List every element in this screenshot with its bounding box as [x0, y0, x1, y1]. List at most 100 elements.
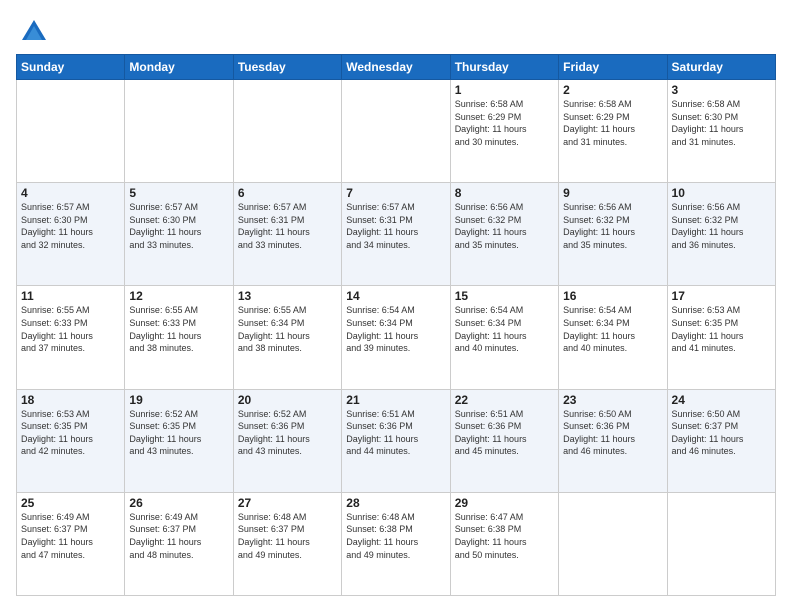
calendar-cell: 8Sunrise: 6:56 AM Sunset: 6:32 PM Daylig…	[450, 183, 558, 286]
day-number: 19	[129, 393, 228, 407]
calendar-cell: 18Sunrise: 6:53 AM Sunset: 6:35 PM Dayli…	[17, 389, 125, 492]
day-info: Sunrise: 6:55 AM Sunset: 6:33 PM Dayligh…	[21, 304, 120, 354]
calendar-cell: 14Sunrise: 6:54 AM Sunset: 6:34 PM Dayli…	[342, 286, 450, 389]
calendar-header-tuesday: Tuesday	[233, 55, 341, 80]
calendar-week-row: 4Sunrise: 6:57 AM Sunset: 6:30 PM Daylig…	[17, 183, 776, 286]
day-number: 17	[672, 289, 771, 303]
logo-icon	[20, 16, 48, 44]
calendar-cell: 3Sunrise: 6:58 AM Sunset: 6:30 PM Daylig…	[667, 80, 775, 183]
calendar-cell	[17, 80, 125, 183]
day-number: 15	[455, 289, 554, 303]
calendar-cell: 22Sunrise: 6:51 AM Sunset: 6:36 PM Dayli…	[450, 389, 558, 492]
day-number: 21	[346, 393, 445, 407]
day-info: Sunrise: 6:51 AM Sunset: 6:36 PM Dayligh…	[455, 408, 554, 458]
calendar-header-row: SundayMondayTuesdayWednesdayThursdayFrid…	[17, 55, 776, 80]
day-info: Sunrise: 6:54 AM Sunset: 6:34 PM Dayligh…	[346, 304, 445, 354]
calendar-cell: 13Sunrise: 6:55 AM Sunset: 6:34 PM Dayli…	[233, 286, 341, 389]
calendar-cell: 23Sunrise: 6:50 AM Sunset: 6:36 PM Dayli…	[559, 389, 667, 492]
day-info: Sunrise: 6:57 AM Sunset: 6:30 PM Dayligh…	[129, 201, 228, 251]
day-info: Sunrise: 6:58 AM Sunset: 6:29 PM Dayligh…	[563, 98, 662, 148]
day-info: Sunrise: 6:55 AM Sunset: 6:34 PM Dayligh…	[238, 304, 337, 354]
day-number: 9	[563, 186, 662, 200]
day-number: 5	[129, 186, 228, 200]
day-number: 4	[21, 186, 120, 200]
calendar-cell	[342, 80, 450, 183]
page: SundayMondayTuesdayWednesdayThursdayFrid…	[0, 0, 792, 612]
day-info: Sunrise: 6:48 AM Sunset: 6:37 PM Dayligh…	[238, 511, 337, 561]
day-number: 1	[455, 83, 554, 97]
day-info: Sunrise: 6:53 AM Sunset: 6:35 PM Dayligh…	[21, 408, 120, 458]
day-number: 27	[238, 496, 337, 510]
calendar-cell: 4Sunrise: 6:57 AM Sunset: 6:30 PM Daylig…	[17, 183, 125, 286]
calendar-cell: 21Sunrise: 6:51 AM Sunset: 6:36 PM Dayli…	[342, 389, 450, 492]
day-number: 24	[672, 393, 771, 407]
day-info: Sunrise: 6:57 AM Sunset: 6:30 PM Dayligh…	[21, 201, 120, 251]
day-number: 26	[129, 496, 228, 510]
calendar-cell	[125, 80, 233, 183]
calendar-cell: 27Sunrise: 6:48 AM Sunset: 6:37 PM Dayli…	[233, 492, 341, 595]
day-info: Sunrise: 6:49 AM Sunset: 6:37 PM Dayligh…	[21, 511, 120, 561]
calendar-cell: 10Sunrise: 6:56 AM Sunset: 6:32 PM Dayli…	[667, 183, 775, 286]
calendar-cell: 6Sunrise: 6:57 AM Sunset: 6:31 PM Daylig…	[233, 183, 341, 286]
calendar-cell: 28Sunrise: 6:48 AM Sunset: 6:38 PM Dayli…	[342, 492, 450, 595]
day-number: 25	[21, 496, 120, 510]
day-info: Sunrise: 6:58 AM Sunset: 6:30 PM Dayligh…	[672, 98, 771, 148]
day-info: Sunrise: 6:56 AM Sunset: 6:32 PM Dayligh…	[455, 201, 554, 251]
logo	[16, 16, 48, 44]
day-info: Sunrise: 6:57 AM Sunset: 6:31 PM Dayligh…	[346, 201, 445, 251]
calendar-cell: 17Sunrise: 6:53 AM Sunset: 6:35 PM Dayli…	[667, 286, 775, 389]
calendar-header-saturday: Saturday	[667, 55, 775, 80]
calendar-cell	[667, 492, 775, 595]
calendar-cell: 24Sunrise: 6:50 AM Sunset: 6:37 PM Dayli…	[667, 389, 775, 492]
day-number: 28	[346, 496, 445, 510]
calendar-cell	[559, 492, 667, 595]
day-info: Sunrise: 6:57 AM Sunset: 6:31 PM Dayligh…	[238, 201, 337, 251]
calendar-cell: 26Sunrise: 6:49 AM Sunset: 6:37 PM Dayli…	[125, 492, 233, 595]
calendar-table: SundayMondayTuesdayWednesdayThursdayFrid…	[16, 54, 776, 596]
day-number: 11	[21, 289, 120, 303]
day-number: 8	[455, 186, 554, 200]
day-info: Sunrise: 6:48 AM Sunset: 6:38 PM Dayligh…	[346, 511, 445, 561]
calendar-cell	[233, 80, 341, 183]
day-info: Sunrise: 6:53 AM Sunset: 6:35 PM Dayligh…	[672, 304, 771, 354]
day-info: Sunrise: 6:49 AM Sunset: 6:37 PM Dayligh…	[129, 511, 228, 561]
day-number: 10	[672, 186, 771, 200]
calendar-cell: 5Sunrise: 6:57 AM Sunset: 6:30 PM Daylig…	[125, 183, 233, 286]
day-info: Sunrise: 6:50 AM Sunset: 6:37 PM Dayligh…	[672, 408, 771, 458]
day-info: Sunrise: 6:58 AM Sunset: 6:29 PM Dayligh…	[455, 98, 554, 148]
day-number: 23	[563, 393, 662, 407]
day-info: Sunrise: 6:51 AM Sunset: 6:36 PM Dayligh…	[346, 408, 445, 458]
day-number: 16	[563, 289, 662, 303]
calendar-cell: 29Sunrise: 6:47 AM Sunset: 6:38 PM Dayli…	[450, 492, 558, 595]
day-info: Sunrise: 6:47 AM Sunset: 6:38 PM Dayligh…	[455, 511, 554, 561]
calendar-cell: 25Sunrise: 6:49 AM Sunset: 6:37 PM Dayli…	[17, 492, 125, 595]
day-number: 12	[129, 289, 228, 303]
calendar-cell: 11Sunrise: 6:55 AM Sunset: 6:33 PM Dayli…	[17, 286, 125, 389]
calendar-header-friday: Friday	[559, 55, 667, 80]
calendar-week-row: 18Sunrise: 6:53 AM Sunset: 6:35 PM Dayli…	[17, 389, 776, 492]
day-number: 3	[672, 83, 771, 97]
calendar-header-wednesday: Wednesday	[342, 55, 450, 80]
calendar-header-thursday: Thursday	[450, 55, 558, 80]
calendar-cell: 16Sunrise: 6:54 AM Sunset: 6:34 PM Dayli…	[559, 286, 667, 389]
day-info: Sunrise: 6:56 AM Sunset: 6:32 PM Dayligh…	[672, 201, 771, 251]
header	[16, 16, 776, 44]
day-number: 22	[455, 393, 554, 407]
calendar-week-row: 1Sunrise: 6:58 AM Sunset: 6:29 PM Daylig…	[17, 80, 776, 183]
calendar-cell: 7Sunrise: 6:57 AM Sunset: 6:31 PM Daylig…	[342, 183, 450, 286]
calendar-week-row: 25Sunrise: 6:49 AM Sunset: 6:37 PM Dayli…	[17, 492, 776, 595]
day-number: 7	[346, 186, 445, 200]
day-info: Sunrise: 6:54 AM Sunset: 6:34 PM Dayligh…	[563, 304, 662, 354]
calendar-cell: 20Sunrise: 6:52 AM Sunset: 6:36 PM Dayli…	[233, 389, 341, 492]
calendar-cell: 12Sunrise: 6:55 AM Sunset: 6:33 PM Dayli…	[125, 286, 233, 389]
day-number: 20	[238, 393, 337, 407]
day-number: 2	[563, 83, 662, 97]
day-number: 18	[21, 393, 120, 407]
calendar-cell: 2Sunrise: 6:58 AM Sunset: 6:29 PM Daylig…	[559, 80, 667, 183]
calendar-cell: 9Sunrise: 6:56 AM Sunset: 6:32 PM Daylig…	[559, 183, 667, 286]
calendar-cell: 19Sunrise: 6:52 AM Sunset: 6:35 PM Dayli…	[125, 389, 233, 492]
day-info: Sunrise: 6:55 AM Sunset: 6:33 PM Dayligh…	[129, 304, 228, 354]
day-info: Sunrise: 6:54 AM Sunset: 6:34 PM Dayligh…	[455, 304, 554, 354]
calendar-cell: 15Sunrise: 6:54 AM Sunset: 6:34 PM Dayli…	[450, 286, 558, 389]
day-number: 13	[238, 289, 337, 303]
